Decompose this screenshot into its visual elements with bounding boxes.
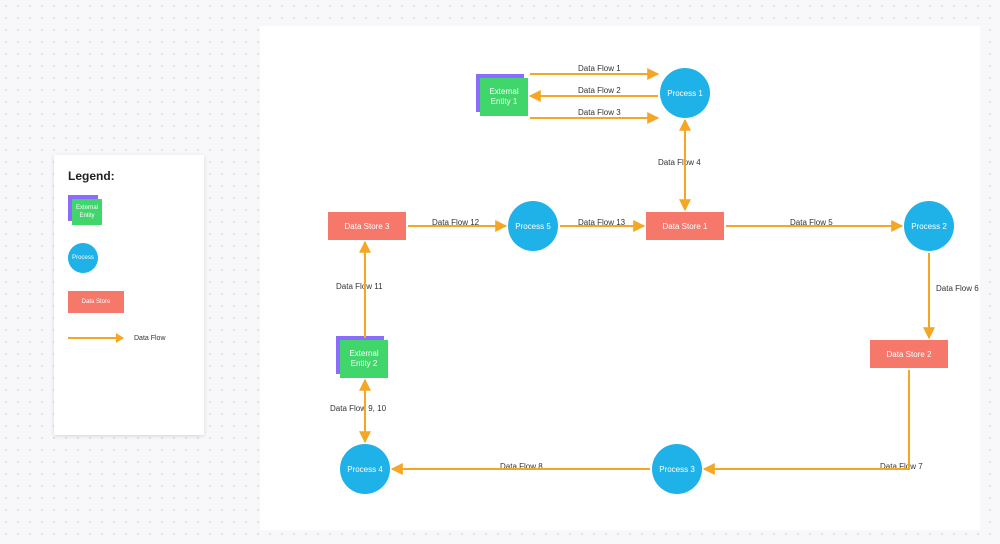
node-data-store-2[interactable]: Data Store 2 (870, 340, 948, 368)
legend-data-flow-icon (68, 331, 124, 345)
legend-data-store-icon: Data Store (68, 291, 124, 313)
node-process-1[interactable]: Process 1 (660, 68, 710, 118)
node-data-store-1-label: Data Store 1 (663, 222, 708, 231)
flow-label-3: Data Flow 3 (578, 108, 621, 117)
legend-row-process: Process (68, 243, 190, 273)
flow-label-9-10: Data Flow 9, 10 (330, 404, 386, 413)
flow-label-2: Data Flow 2 (578, 86, 621, 95)
node-external-entity-1-label: ExternalEntity 1 (480, 78, 528, 116)
flow-label-5: Data Flow 5 (790, 218, 833, 227)
node-process-1-label: Process 1 (667, 89, 703, 98)
legend-row-external-entity: ExternalEntity (68, 195, 190, 225)
flow-label-11: Data Flow 11 (336, 282, 383, 291)
node-data-store-3[interactable]: Data Store 3 (328, 212, 406, 240)
flow-label-8: Data Flow 8 (500, 462, 543, 471)
legend-data-flow-label: Data Flow (134, 335, 166, 342)
node-process-3-label: Process 3 (659, 465, 695, 474)
node-process-5-label: Process 5 (515, 222, 551, 231)
flow-label-7: Data Flow 7 (880, 462, 923, 471)
diagram-surface[interactable]: ExternalEntity 1 Process 1 Data Store 3 … (260, 26, 980, 530)
node-process-3[interactable]: Process 3 (652, 444, 702, 494)
legend-process-icon: Process (68, 243, 98, 273)
node-data-store-2-label: Data Store 2 (887, 350, 932, 359)
legend-external-entity-icon: ExternalEntity (68, 195, 104, 225)
node-external-entity-2-label: ExternalEntity 2 (340, 340, 388, 378)
flow-label-4: Data Flow 4 (658, 158, 701, 167)
flow-label-1: Data Flow 1 (578, 64, 621, 73)
node-process-2[interactable]: Process 2 (904, 201, 954, 251)
legend-row-data-flow: Data Flow (68, 331, 190, 345)
node-process-5[interactable]: Process 5 (508, 201, 558, 251)
node-external-entity-2[interactable]: ExternalEntity 2 (340, 340, 388, 378)
node-process-4[interactable]: Process 4 (340, 444, 390, 494)
node-external-entity-1[interactable]: ExternalEntity 1 (480, 78, 528, 116)
legend-row-data-store: Data Store (68, 291, 190, 313)
flow-label-6: Data Flow 6 (936, 284, 979, 293)
legend-external-entity-label: ExternalEntity (72, 199, 102, 225)
flow-label-13: Data Flow 13 (578, 218, 625, 227)
node-data-store-1[interactable]: Data Store 1 (646, 212, 724, 240)
flow-label-12: Data Flow 12 (432, 218, 479, 227)
legend-panel: Legend: ExternalEntity Process Data Stor… (54, 155, 204, 435)
node-process-4-label: Process 4 (347, 465, 383, 474)
node-data-store-3-label: Data Store 3 (345, 222, 390, 231)
legend-title: Legend: (68, 169, 190, 183)
node-process-2-label: Process 2 (911, 222, 947, 231)
